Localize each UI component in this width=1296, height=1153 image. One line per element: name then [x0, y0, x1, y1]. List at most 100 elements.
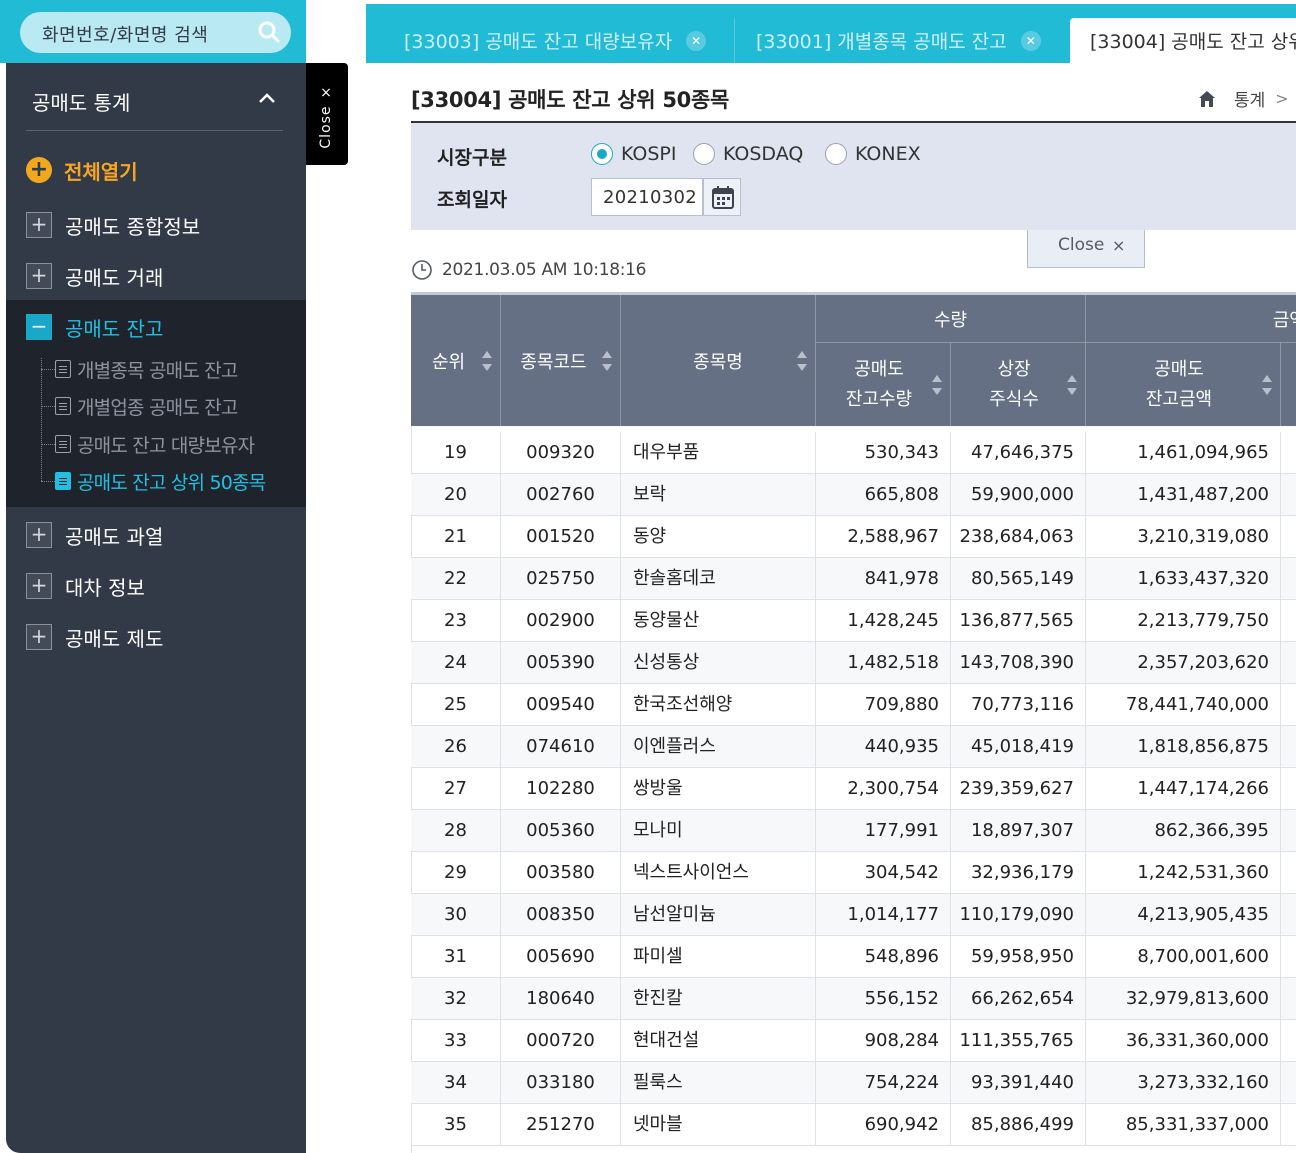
search-icon[interactable] — [257, 20, 281, 44]
tab-label: [33001] 개별종목 공매도 잔고 — [756, 31, 1007, 53]
plus-circle-icon: + — [26, 157, 52, 183]
table-row[interactable]: 34 033180 필룩스 754,224 93,391,440 3,273,332,16… — [411, 1062, 1296, 1104]
sub-item-stock-balance[interactable]: 개별종목 공매도 잔고 — [41, 357, 238, 382]
table-row[interactable]: 24 005390 신성통상 1,482,518 143,708,390 2,357,20… — [411, 642, 1296, 684]
table-row[interactable]: 25 009540 한국조선해양 709,880 70,773,116 78,441,74… — [411, 684, 1296, 726]
home-icon[interactable] — [1198, 90, 1216, 108]
header-short-amount[interactable]: 공매도 잔고금액 — [1086, 343, 1281, 426]
sort-icon[interactable] — [602, 350, 612, 371]
radio-circle — [693, 143, 715, 165]
header-code[interactable]: 종목코드 — [501, 295, 621, 426]
table-header: 순위 종목코드 종목명 수량 금액 공매도 잔고수량 상장 주식수 — [411, 295, 1296, 426]
search-input[interactable]: 화면번호/화면명 검색 — [42, 21, 208, 47]
table-row[interactable]: 35 251270 넷마블 690,942 85,886,499 85,331,337,0… — [411, 1104, 1296, 1146]
cell-name: 쌍방울 — [621, 768, 816, 810]
close-icon: × — [1112, 236, 1126, 255]
open-all-button[interactable]: + 전체열기 — [26, 156, 138, 184]
table-row[interactable]: 31 005690 파미셀 548,896 59,958,950 8,700,001,60… — [411, 936, 1296, 978]
sidebar-item-trading[interactable]: + 공매도 거래 — [26, 262, 163, 290]
table-row[interactable]: 28 005360 모나미 177,991 18,897,307 862,366,395 — [411, 810, 1296, 852]
cell-short-amount: 85,331,337,000 — [1086, 1104, 1281, 1146]
sidebar-item-lending[interactable]: + 대차 정보 — [26, 572, 145, 600]
clock-icon — [412, 260, 432, 280]
cell-rank: 34 — [411, 1062, 501, 1104]
table-row[interactable]: 33 000720 현대건설 908,284 111,355,765 36,331,360… — [411, 1020, 1296, 1062]
table-row[interactable]: 22 025750 한솔홈데코 841,978 80,565,149 1,633,437,… — [411, 558, 1296, 600]
sort-icon[interactable] — [482, 350, 492, 371]
sort-icon[interactable] — [1067, 374, 1077, 395]
cell-code: 005360 — [501, 810, 621, 852]
filter-close-label: Close — [1058, 235, 1105, 255]
sidebar-item-label: 공매도 과열 — [65, 524, 164, 549]
table-row[interactable]: 26 074610 이엔플러스 440,935 45,018,419 1,818,856,… — [411, 726, 1296, 768]
sidebar-item-balance[interactable]: − 공매도 잔고 — [26, 313, 163, 341]
calendar-button[interactable] — [703, 178, 741, 216]
radio-label: KOSPI — [621, 143, 677, 165]
table-row[interactable]: 32 180640 한진칼 556,152 66,262,654 32,979,813,6… — [411, 978, 1296, 1020]
table-row[interactable]: 19 009320 대우부품 530,343 47,646,375 1,461,094,9… — [411, 432, 1296, 474]
sidebar-item-label: 공매도 거래 — [65, 265, 164, 290]
sidebar-item-summary[interactable]: + 공매도 종합정보 — [26, 211, 200, 239]
document-icon — [55, 472, 71, 490]
timestamp: 2021.03.05 AM 10:18:16 — [411, 259, 647, 281]
breadcrumb-item[interactable]: 통계 — [1234, 86, 1265, 111]
radio-konex[interactable]: KONEX — [825, 143, 921, 165]
cell-listed-shares: 59,958,950 — [951, 936, 1086, 978]
sort-icon[interactable] — [1262, 374, 1272, 395]
sidebar-close-button[interactable]: Close × — [306, 63, 348, 165]
radio-kosdaq[interactable]: KOSDAQ — [693, 143, 803, 165]
filter-close-button[interactable]: Close × — [1027, 230, 1145, 268]
expand-plus-icon: + — [26, 624, 52, 650]
table-row[interactable]: 29 003580 넥스트사이언스 304,542 32,936,179 1,242,53… — [411, 852, 1296, 894]
cell-short-qty: 908,284 — [816, 1020, 951, 1062]
cell-code: 002900 — [501, 600, 621, 642]
table-row[interactable]: 30 008350 남선알미늄 1,014,177 110,179,090 4,213,9… — [411, 894, 1296, 936]
header-short-qty[interactable]: 공매도 잔고수량 — [816, 343, 951, 426]
header-label: 잔고수량 — [845, 388, 913, 410]
cell-short-qty: 1,482,518 — [816, 642, 951, 684]
cell-code: 005390 — [501, 642, 621, 684]
table-row[interactable]: 27 102280 쌍방울 2,300,754 239,359,627 1,447,174… — [411, 768, 1296, 810]
sidebar-item-regulation[interactable]: + 공매도 제도 — [26, 623, 163, 651]
sidebar-item-overheat[interactable]: + 공매도 과열 — [26, 521, 163, 549]
header-label: 공매도 — [854, 358, 904, 380]
sort-icon[interactable] — [932, 374, 942, 395]
header-label: 공매도 — [1154, 358, 1204, 380]
header-rank[interactable]: 순위 — [411, 295, 501, 426]
table-row[interactable]: 21 001520 동양 2,588,967 238,684,063 3,210,319,… — [411, 516, 1296, 558]
cell-short-amount: 1,633,437,320 — [1086, 558, 1281, 600]
cell-short-amount: 4,213,905,435 — [1086, 894, 1281, 936]
cell-rank: 26 — [411, 726, 501, 768]
cell-short-amount: 1,242,531,360 — [1086, 852, 1281, 894]
cell-listed-shares: 110,179,090 — [951, 894, 1086, 936]
expand-plus-icon: + — [26, 263, 52, 289]
header-name[interactable]: 종목명 — [621, 295, 816, 426]
collapse-minus-icon: − — [26, 314, 52, 340]
header-label: 상장 — [997, 358, 1031, 380]
cell-name: 한진칼 — [621, 978, 816, 1020]
cell-short-amount: 32,979,813,600 — [1086, 978, 1281, 1020]
close-icon[interactable]: ✕ — [686, 30, 707, 51]
sub-item-large-holders[interactable]: 공매도 잔고 대량보유자 — [41, 432, 255, 457]
sort-icon[interactable] — [797, 350, 807, 371]
top-left-bar: 화면번호/화면명 검색 — [0, 0, 306, 63]
sub-item-top50[interactable]: 공매도 잔고 상위 50종목 — [41, 469, 266, 494]
tab-33001[interactable]: [33001] 개별종목 공매도 잔고 ✕ — [756, 18, 1041, 63]
chevron-up-icon[interactable] — [256, 87, 278, 109]
cell-short-qty: 1,428,245 — [816, 600, 951, 642]
cell-rank: 23 — [411, 600, 501, 642]
search-box[interactable]: 화면번호/화면명 검색 — [20, 12, 291, 53]
cell-short-qty: 665,808 — [816, 474, 951, 516]
date-input[interactable]: 20210302 — [591, 178, 703, 216]
tab-33004[interactable]: [33004] 공매도 잔고 상위 — [1070, 18, 1296, 63]
radio-label: KONEX — [855, 143, 921, 165]
header-listed-shares[interactable]: 상장 주식수 — [951, 343, 1086, 426]
tab-33003[interactable]: [33003] 공매도 잔고 대량보유자 ✕ — [404, 18, 707, 63]
cell-short-amount: 3,210,319,080 — [1086, 516, 1281, 558]
table-row[interactable]: 23 002900 동양물산 1,428,245 136,877,565 2,213,77… — [411, 600, 1296, 642]
sub-item-industry-balance[interactable]: 개별업종 공매도 잔고 — [41, 394, 238, 419]
radio-kospi[interactable]: KOSPI — [591, 143, 677, 165]
cell-listed-shares: 66,262,654 — [951, 978, 1086, 1020]
close-icon[interactable]: ✕ — [1020, 30, 1041, 51]
table-row[interactable]: 20 002760 보락 665,808 59,900,000 1,431,487,200 — [411, 474, 1296, 516]
